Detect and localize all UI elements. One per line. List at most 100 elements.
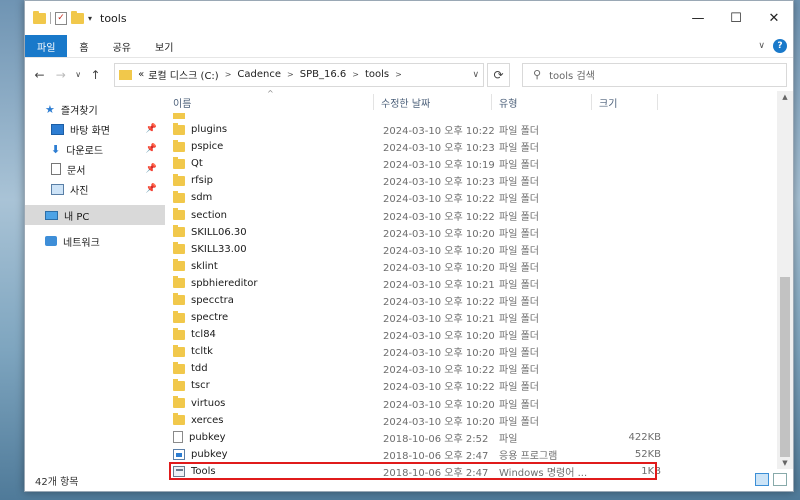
up-arrow-icon[interactable]: ↑	[87, 68, 104, 82]
help-icon[interactable]: ?	[773, 39, 787, 53]
scroll-down-icon[interactable]: ▼	[777, 459, 793, 467]
breadcrumb-overflow[interactable]: «	[136, 69, 146, 80]
sidebar-item-desktop[interactable]: 바탕 화면 📌	[25, 119, 165, 139]
file-type: 파일 폴더	[499, 331, 539, 343]
table-row[interactable]: sklint 2024-03-10 오후 10:20 파일 폴더	[165, 258, 793, 275]
properties-icon[interactable]: ✓	[55, 11, 67, 25]
tab-file[interactable]: 파일	[25, 35, 68, 57]
maximize-button[interactable]: ☐	[717, 1, 755, 35]
table-row[interactable]: specctra 2024-03-10 오후 10:22 파일 폴더	[165, 292, 793, 309]
file-name-cell[interactable]: tcltk	[173, 344, 213, 357]
file-name-cell[interactable]: tdd	[173, 361, 208, 374]
table-row[interactable]: spbhiereditor 2024-03-10 오후 10:21 파일 폴더	[165, 275, 793, 292]
column-divider[interactable]	[657, 94, 658, 110]
large-icons-view-icon[interactable]	[773, 473, 787, 486]
file-name-cell[interactable]: pubkey	[173, 448, 228, 460]
file-name-cell[interactable]: section	[173, 208, 227, 221]
sidebar-item-downloads[interactable]: ⬇ 다운로드 📌	[25, 139, 165, 159]
file-name-cell[interactable]: sklint	[173, 259, 218, 272]
back-arrow-icon[interactable]: ←	[31, 68, 48, 82]
table-row[interactable]: section 2024-03-10 오후 10:22 파일 폴더	[165, 206, 793, 223]
file-name-cell[interactable]: tcl84	[173, 327, 216, 340]
table-row[interactable]: tcltk 2024-03-10 오후 10:20 파일 폴더	[165, 343, 793, 360]
tab-share[interactable]: 공유	[101, 35, 143, 57]
file-name-cell[interactable]: plugins	[173, 122, 227, 135]
table-row[interactable]: tcl84 2024-03-10 오후 10:20 파일 폴더	[165, 326, 793, 343]
table-row[interactable]: rfsip 2024-03-10 오후 10:23 파일 폴더	[165, 172, 793, 189]
details-view-icon[interactable]	[755, 473, 769, 486]
tab-home[interactable]: 홈	[67, 35, 100, 57]
file-icon	[173, 431, 183, 444]
vertical-scrollbar[interactable]: ▲ ▼	[777, 91, 793, 469]
breadcrumb-chevron-icon[interactable]: >	[283, 70, 298, 79]
sidebar-item-pictures[interactable]: 사진 📌	[25, 179, 165, 199]
new-folder-icon[interactable]	[71, 10, 84, 24]
explorer-window: ✓ ▾ tools — ☐ ✕ 파일 홈 공유 보기 ∨ ? ← → ∨ ↑ «…	[24, 0, 794, 492]
file-name-cell[interactable]: rfsip	[173, 173, 213, 186]
column-divider[interactable]	[491, 94, 492, 110]
table-row[interactable]: tscr 2024-03-10 오후 10:22 파일 폴더	[165, 377, 793, 394]
table-row[interactable]: pubkey 2018-10-06 오후 2:52 파일 422KB	[165, 429, 793, 446]
file-name-cell[interactable]: spectre	[173, 310, 228, 323]
sidebar-item-documents[interactable]: 문서 📌	[25, 159, 165, 179]
breadcrumb-chevron-icon[interactable]: >	[391, 70, 406, 79]
file-name-cell[interactable]: Qt	[173, 156, 203, 169]
table-row[interactable]: plugins 2024-03-10 오후 10:22 파일 폴더	[165, 121, 793, 138]
file-size: 422KB	[628, 431, 661, 443]
close-button[interactable]: ✕	[755, 1, 793, 35]
search-input[interactable]: ⚲ tools 검색	[522, 62, 787, 87]
file-name-cell[interactable]: SKILL33.00	[173, 242, 247, 255]
sidebar-item-quick-access[interactable]: ★ 즐겨찾기	[25, 99, 165, 119]
recent-locations-chevron-icon[interactable]: ∨	[73, 70, 83, 79]
sidebar-item-this-pc[interactable]: 내 PC	[25, 205, 165, 225]
scroll-up-icon[interactable]: ▲	[777, 93, 793, 101]
tab-view[interactable]: 보기	[143, 35, 185, 57]
table-row[interactable]: tdd 2024-03-10 오후 10:22 파일 폴더	[165, 360, 793, 377]
file-name-cell[interactable]: tscr	[173, 378, 210, 391]
file-name-cell[interactable]: specctra	[173, 293, 234, 306]
column-headers: ^ 이름 수정한 날짜 유형 크기	[165, 89, 793, 113]
file-name-cell[interactable]: virtuos	[173, 396, 225, 409]
folder-icon	[173, 276, 185, 289]
file-date: 2024-03-10 오후 10:20	[383, 399, 495, 411]
table-row[interactable]: pspice 2024-03-10 오후 10:23 파일 폴더	[165, 138, 793, 155]
scrollbar-thumb[interactable]	[780, 277, 790, 457]
breadcrumb-chevron-icon[interactable]: >	[221, 70, 236, 79]
table-row[interactable]: xerces 2024-03-10 오후 10:20 파일 폴더	[165, 412, 793, 429]
file-date: 2024-03-10 오후 10:23	[383, 177, 495, 189]
table-row[interactable]: pubkey 2018-10-06 오후 2:47 응용 프로그램 52KB	[165, 446, 793, 463]
customize-toolbar-dropdown-icon[interactable]: ▾	[88, 14, 92, 23]
table-row[interactable]: sdm 2024-03-10 오후 10:22 파일 폴더	[165, 189, 793, 206]
breadcrumb-local-disk[interactable]: 로컬 디스크 (C:)	[146, 67, 221, 82]
breadcrumb-tools[interactable]: tools	[363, 69, 391, 80]
column-header-date[interactable]: 수정한 날짜	[381, 95, 430, 110]
sidebar-item-network[interactable]: 네트워크	[25, 231, 165, 251]
column-header-type[interactable]: 유형	[499, 95, 517, 110]
table-row[interactable]: SKILL06.30 2024-03-10 오후 10:20 파일 폴더	[165, 224, 793, 241]
table-row[interactable]: SKILL33.00 2024-03-10 오후 10:20 파일 폴더	[165, 241, 793, 258]
refresh-button[interactable]: ⟳	[487, 62, 511, 87]
expand-ribbon-icon[interactable]: ∨	[758, 41, 765, 51]
file-name-cell[interactable]: pspice	[173, 139, 223, 152]
file-name-cell[interactable]: pubkey	[173, 431, 226, 444]
column-divider[interactable]	[373, 94, 374, 110]
file-name-cell[interactable]: SKILL06.30	[173, 225, 247, 238]
column-header-name[interactable]: 이름	[173, 95, 191, 110]
address-bar[interactable]: « 로컬 디스크 (C:) > Cadence > SPB_16.6 > too…	[114, 62, 485, 87]
table-row[interactable]: spectre 2024-03-10 오후 10:21 파일 폴더	[165, 309, 793, 326]
forward-arrow-icon[interactable]: →	[52, 68, 69, 82]
column-divider[interactable]	[591, 94, 592, 110]
breadcrumb-spb[interactable]: SPB_16.6	[298, 69, 349, 80]
minimize-button[interactable]: —	[679, 1, 717, 35]
breadcrumb-cadence[interactable]: Cadence	[235, 69, 283, 80]
breadcrumb-chevron-icon[interactable]: >	[348, 70, 363, 79]
file-name-cell[interactable]: sdm	[173, 190, 212, 203]
file-name-cell[interactable]: spbhiereditor	[173, 276, 258, 289]
address-dropdown-icon[interactable]: ∨	[472, 70, 479, 80]
file-name: SKILL06.30	[191, 226, 247, 238]
column-header-size[interactable]: 크기	[599, 95, 617, 110]
file-rows: plugins 2024-03-10 오후 10:22 파일 폴더 pspice 202…	[165, 121, 793, 481]
file-name-cell[interactable]: xerces	[173, 413, 224, 426]
table-row[interactable]: virtuos 2024-03-10 오후 10:20 파일 폴더	[165, 395, 793, 412]
table-row[interactable]: Qt 2024-03-10 오후 10:19 파일 폴더	[165, 155, 793, 172]
